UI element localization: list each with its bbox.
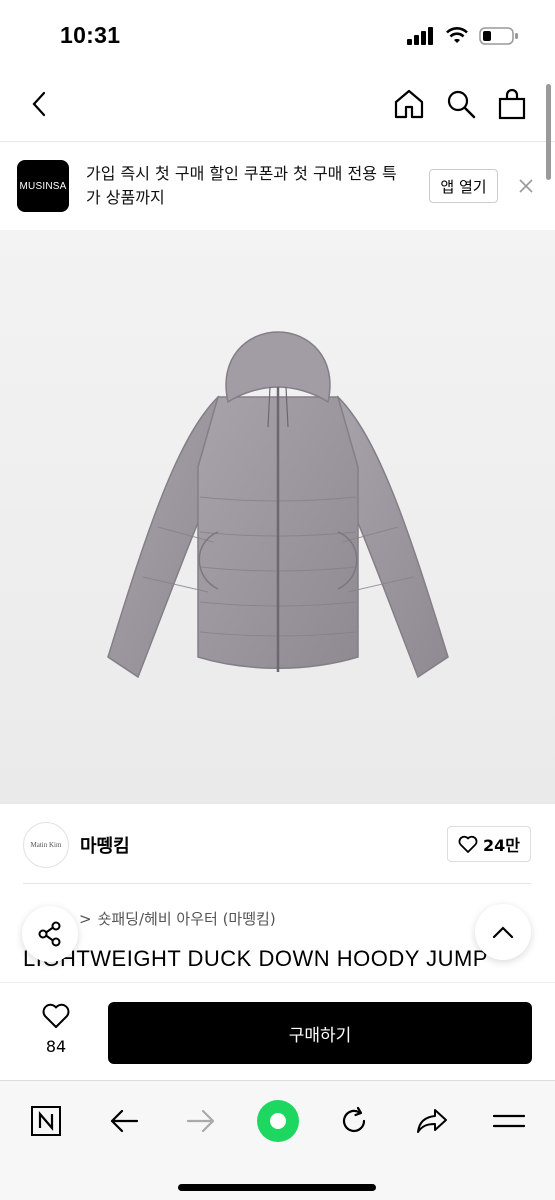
product-title: LIGHTWEIGHT DUCK DOWN HOODY JUMP	[23, 946, 488, 971]
refresh-icon[interactable]	[332, 1099, 376, 1143]
scroll-top-button[interactable]	[475, 904, 531, 960]
app-promo-banner: MUSINSA 가입 즉시 첫 구매 할인 쿠폰과 첫 구매 전용 특가 상품까…	[0, 142, 555, 230]
chevron-left-icon[interactable]	[22, 86, 58, 122]
brand-like-button[interactable]: 24만	[447, 826, 531, 862]
wifi-icon	[446, 27, 468, 43]
wishlist-count: 84	[45, 1037, 67, 1056]
musinsa-logo: MUSINSA	[17, 160, 69, 212]
brand-row[interactable]: Matin Kim 마뗑킴 24만	[0, 804, 555, 884]
site-header	[0, 68, 555, 142]
heart-icon	[458, 835, 478, 853]
bag-icon[interactable]	[494, 86, 530, 122]
status-time: 10:31	[60, 22, 121, 48]
battery-icon	[479, 27, 518, 45]
chevron-up-icon	[492, 926, 514, 939]
product-image[interactable]	[0, 230, 555, 804]
home-indicator	[178, 1184, 376, 1191]
menu-icon[interactable]	[487, 1099, 531, 1143]
brand-logo: Matin Kim	[23, 822, 69, 868]
search-icon[interactable]	[443, 86, 479, 122]
back-arrow-icon[interactable]	[102, 1099, 146, 1143]
signal-icon	[407, 27, 433, 45]
close-icon[interactable]	[516, 176, 536, 196]
share-arrow-icon[interactable]	[410, 1099, 454, 1143]
naver-n-icon[interactable]	[24, 1099, 68, 1143]
divider	[23, 883, 531, 884]
heart-icon	[42, 1003, 70, 1028]
breadcrumb-category[interactable]: 숏패딩/헤비 아우터 (마뗑킴)	[98, 908, 276, 929]
purchase-bar: 84 구매하기	[0, 982, 555, 1080]
wishlist-button[interactable]: 84	[26, 1003, 86, 1056]
scrollbar[interactable]	[546, 84, 551, 180]
brand-like-count: 24만	[483, 836, 520, 855]
open-app-button[interactable]: 앱 열기	[429, 169, 498, 203]
breadcrumb-separator: >	[79, 909, 92, 928]
share-button[interactable]	[22, 906, 78, 962]
forward-arrow-icon[interactable]	[179, 1099, 223, 1143]
browser-toolbar	[0, 1080, 555, 1200]
status-icons	[407, 26, 519, 46]
status-bar: 10:31	[0, 0, 555, 68]
promo-message: 가입 즉시 첫 구매 할인 쿠폰과 첫 구매 전용 특가 상품까지	[86, 164, 397, 207]
buy-button[interactable]: 구매하기	[108, 1002, 532, 1064]
share-icon	[38, 921, 61, 947]
jacket-illustration	[106, 331, 449, 679]
brand-name[interactable]: 마뗑킴	[80, 832, 130, 858]
naver-green-dot-icon[interactable]	[253, 1096, 303, 1146]
home-icon[interactable]	[391, 86, 427, 122]
